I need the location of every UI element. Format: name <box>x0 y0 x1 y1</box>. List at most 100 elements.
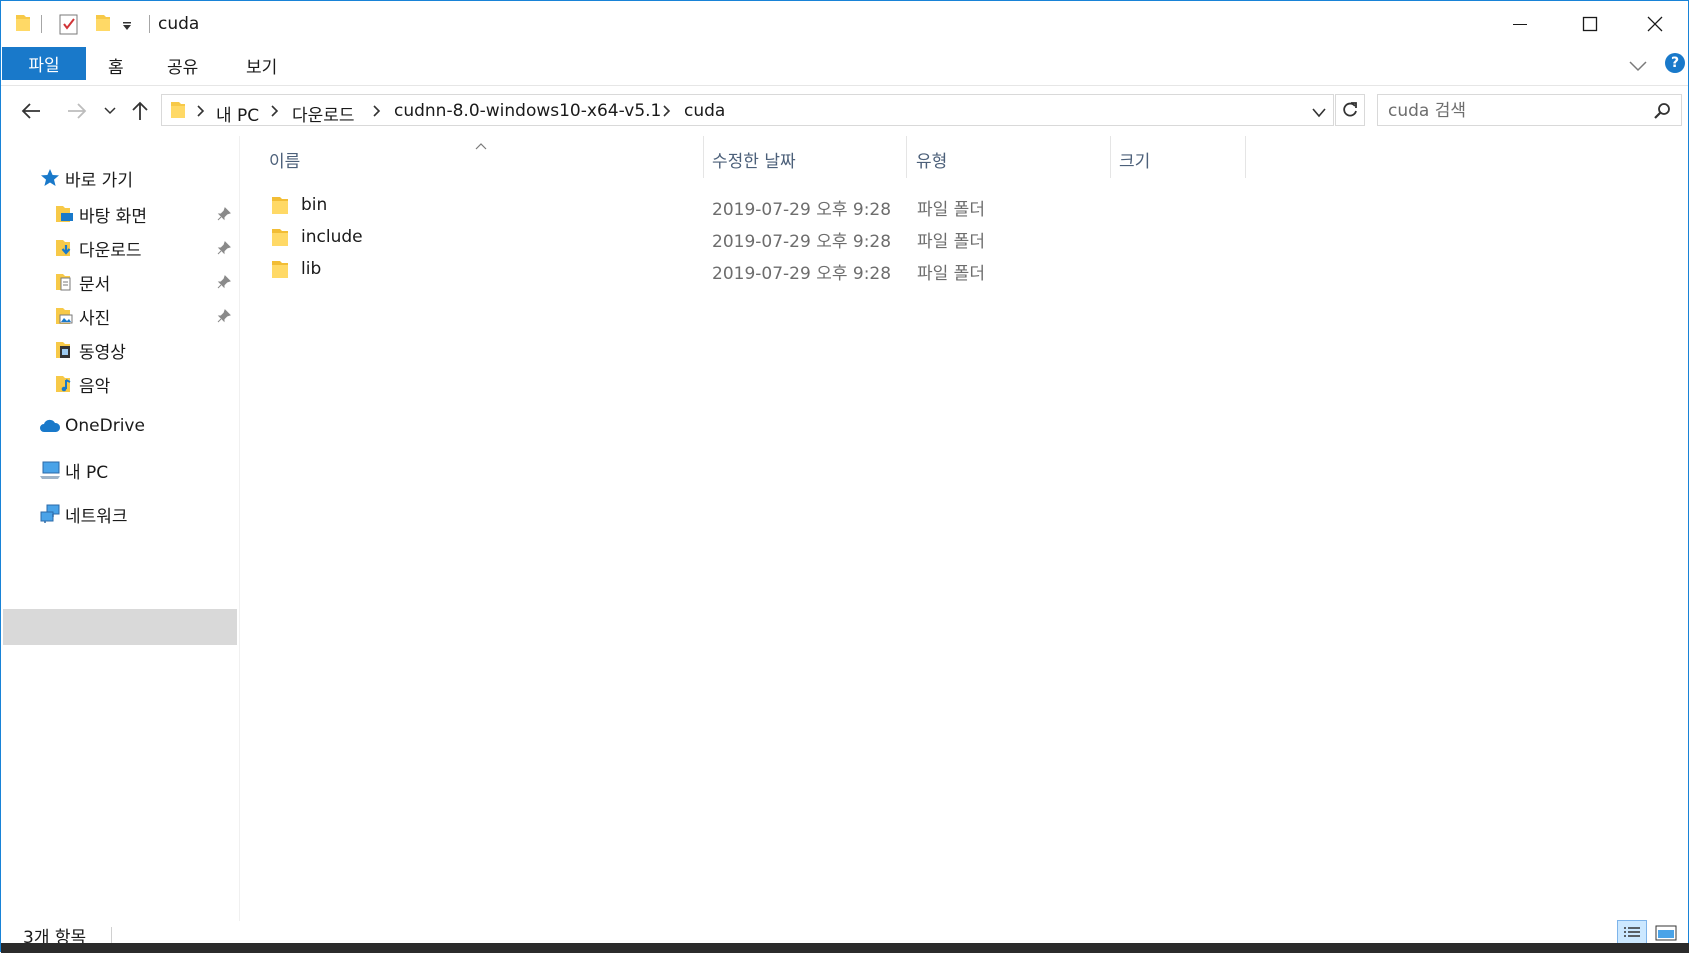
file-date: 2019-07-29 오후 9:28 <box>712 264 892 284</box>
nav-item-downloads[interactable]: 다운로드 <box>53 232 142 264</box>
address-history-dropdown-icon[interactable] <box>1312 104 1326 123</box>
tab-share[interactable]: 공유 <box>167 53 198 78</box>
folder-icon <box>271 260 289 284</box>
minimize-icon <box>1513 24 1527 25</box>
window-title: cuda <box>158 14 200 34</box>
arrow-left-icon <box>21 103 40 119</box>
maximize-button[interactable] <box>1555 1 1625 47</box>
table-row[interactable]: include 2019-07-29 오후 9:28 파일 폴더 <box>267 221 997 253</box>
navigation-pane: 바로 가기 바탕 화면 다운로드 문서 사진 동영상 음악 OneDrive 내… <box>1 136 240 921</box>
column-header-type[interactable]: 유형 <box>916 147 947 172</box>
address-bar[interactable]: 내 PC 다운로드 cudnn-8.0-windows10-x64-v5.1 c… <box>161 94 1334 126</box>
maximize-icon <box>1582 16 1598 32</box>
up-button[interactable] <box>127 97 153 125</box>
file-date: 2019-07-29 오후 9:28 <box>712 200 892 220</box>
nav-label: 사진 <box>79 308 111 329</box>
chevron-right-icon[interactable] <box>662 104 672 118</box>
breadcrumb-this-pc[interactable]: 내 PC <box>216 101 259 126</box>
nav-quick-access[interactable]: 바로 가기 <box>39 162 133 194</box>
file-name: include <box>301 227 363 247</box>
forward-button[interactable] <box>63 97 91 125</box>
search-icon[interactable] <box>1654 102 1672 124</box>
expand-ribbon-icon[interactable] <box>1629 57 1647 76</box>
nav-onedrive[interactable]: OneDrive <box>39 410 145 442</box>
title-bar: cuda <box>1 1 1688 47</box>
nav-label: 네트워크 <box>65 506 128 527</box>
downloads-folder-icon <box>53 237 75 259</box>
nav-item-documents[interactable]: 문서 <box>53 266 110 298</box>
folder-icon <box>271 196 289 220</box>
pin-icon[interactable] <box>217 241 231 255</box>
properties-icon[interactable] <box>59 13 79 35</box>
help-button[interactable]: ? <box>1665 53 1685 73</box>
nav-network[interactable]: 네트워크 <box>39 498 128 530</box>
column-divider[interactable] <box>1110 136 1111 178</box>
videos-folder-icon <box>53 339 75 361</box>
recent-locations-button[interactable] <box>101 97 119 125</box>
breadcrumb-downloads[interactable]: 다운로드 <box>292 101 355 126</box>
column-header-date-modified[interactable]: 수정한 날짜 <box>712 147 796 172</box>
arrow-up-icon <box>132 101 148 120</box>
column-header-size[interactable]: 크기 <box>1119 147 1150 172</box>
folder-icon <box>271 228 289 252</box>
nav-item-videos[interactable]: 동영상 <box>53 334 126 366</box>
nav-item-desktop[interactable]: 바탕 화면 <box>53 198 147 230</box>
tab-view[interactable]: 보기 <box>246 53 277 78</box>
folder-icon <box>170 100 186 124</box>
column-divider[interactable] <box>906 136 907 178</box>
search-input[interactable] <box>1386 98 1645 124</box>
refresh-button[interactable] <box>1335 94 1365 126</box>
explorer-window: cuda 파일 홈 공유 보기 ? 내 PC 다운로드 cudnn-8.0-wi… <box>0 0 1689 953</box>
file-name: bin <box>301 195 328 215</box>
nav-item-pictures[interactable]: 사진 <box>53 300 110 332</box>
computer-icon <box>39 459 61 481</box>
desktop-folder-icon <box>53 203 75 225</box>
column-header-name[interactable]: 이름 <box>269 147 300 172</box>
nav-label: 문서 <box>79 274 111 295</box>
minimize-button[interactable] <box>1485 1 1555 47</box>
pictures-folder-icon <box>53 305 75 327</box>
customize-toolbar-dropdown-icon[interactable] <box>121 17 133 39</box>
table-row[interactable]: bin 2019-07-29 오후 9:28 파일 폴더 <box>267 189 997 221</box>
sort-ascending-icon <box>475 135 487 154</box>
new-folder-icon[interactable] <box>95 13 111 35</box>
tab-file[interactable]: 파일 <box>2 47 86 80</box>
nav-selection-highlight <box>3 609 237 645</box>
file-name: lib <box>301 259 322 279</box>
arrow-right-icon <box>68 103 87 119</box>
table-row[interactable]: lib 2019-07-29 오후 9:28 파일 폴더 <box>267 253 997 285</box>
back-button[interactable] <box>17 97 45 125</box>
cloud-icon <box>39 415 61 437</box>
file-date: 2019-07-29 오후 9:28 <box>712 232 892 252</box>
details-view-icon <box>1624 927 1640 937</box>
nav-label: 바로 가기 <box>65 170 133 191</box>
chevron-right-icon[interactable] <box>372 104 382 118</box>
nav-label: 바탕 화면 <box>79 206 147 227</box>
search-box[interactable] <box>1377 94 1682 126</box>
breadcrumb-cuda[interactable]: cuda <box>684 101 725 121</box>
network-icon <box>39 503 61 525</box>
music-folder-icon <box>53 373 75 395</box>
chevron-right-icon[interactable] <box>196 104 206 118</box>
chevron-down-icon <box>104 107 116 115</box>
nav-label: 내 PC <box>65 462 109 483</box>
chevron-right-icon[interactable] <box>270 104 280 118</box>
star-icon <box>39 167 61 189</box>
pin-icon[interactable] <box>217 275 231 289</box>
column-divider[interactable] <box>703 136 704 178</box>
pin-icon[interactable] <box>217 309 231 323</box>
column-divider[interactable] <box>1245 136 1246 178</box>
close-button[interactable] <box>1620 1 1689 47</box>
nav-item-music[interactable]: 음악 <box>53 368 110 400</box>
nav-this-pc[interactable]: 내 PC <box>39 454 108 486</box>
nav-label: 음악 <box>79 376 111 397</box>
nav-label: 다운로드 <box>79 240 142 261</box>
folder-icon <box>15 13 31 35</box>
tab-home[interactable]: 홈 <box>108 53 124 78</box>
pin-icon[interactable] <box>217 207 231 221</box>
file-type: 파일 폴더 <box>917 264 985 284</box>
file-type: 파일 폴더 <box>917 200 985 220</box>
file-type: 파일 폴더 <box>917 232 985 252</box>
breadcrumb-cudnn[interactable]: cudnn-8.0-windows10-x64-v5.1 <box>394 101 661 121</box>
ribbon-tabs: 파일 홈 공유 보기 ? <box>1 47 1688 86</box>
